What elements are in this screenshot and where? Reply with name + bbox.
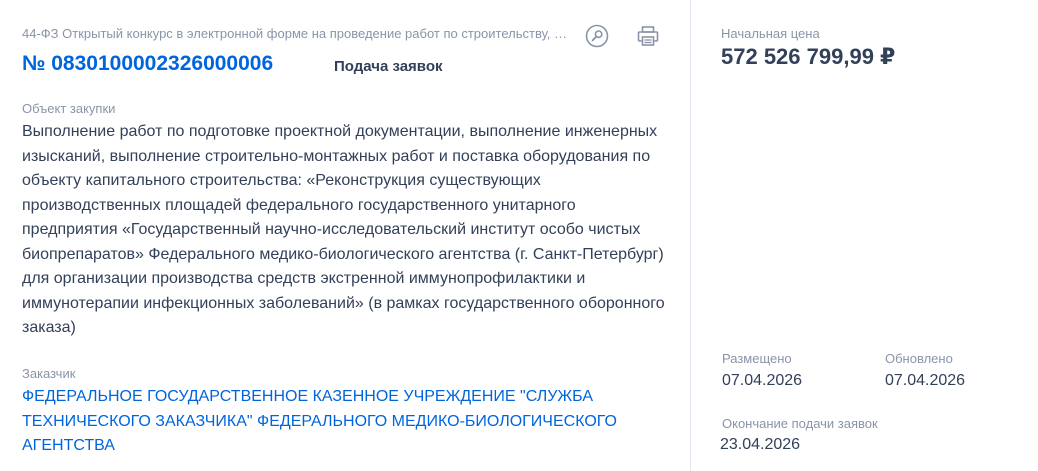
placed-date: 07.04.2026 bbox=[722, 372, 803, 389]
object-label: Объект закупки bbox=[22, 101, 116, 116]
customer-label: Заказчик bbox=[22, 366, 76, 381]
registry-number-link[interactable]: № 0830100002326000006 bbox=[22, 52, 273, 76]
deadline-label: Окончание подачи заявок bbox=[722, 416, 878, 431]
search-circle-icon[interactable] bbox=[585, 24, 609, 48]
price-value: 572 526 799,99 ₽ bbox=[721, 44, 896, 69]
updated-date: 07.04.2026 bbox=[885, 372, 966, 389]
deadline-date: 23.04.2026 bbox=[720, 436, 801, 453]
card-main: 44-ФЗ Открытый конкурс в электронной фор… bbox=[0, 0, 690, 471]
procurement-type: 44-ФЗ Открытый конкурс в электронной фор… bbox=[22, 26, 567, 41]
status-badge: Подача заявок bbox=[334, 58, 443, 75]
updated-label: Обновлено bbox=[885, 351, 953, 366]
procurement-card: 44-ФЗ Открытый конкурс в электронной фор… bbox=[0, 0, 1038, 471]
printer-icon[interactable] bbox=[636, 24, 660, 48]
customer-link[interactable]: ФЕДЕРАЛЬНОЕ ГОСУДАРСТВЕННОЕ КАЗЕННОЕ УЧР… bbox=[22, 385, 662, 459]
price-label: Начальная цена bbox=[721, 26, 820, 41]
placed-label: Размещено bbox=[722, 351, 792, 366]
object-description: Выполнение работ по подготовке проектной… bbox=[22, 123, 665, 336]
card-sidebar: Начальная цена 572 526 799,99 ₽ Размещен… bbox=[691, 0, 1038, 471]
